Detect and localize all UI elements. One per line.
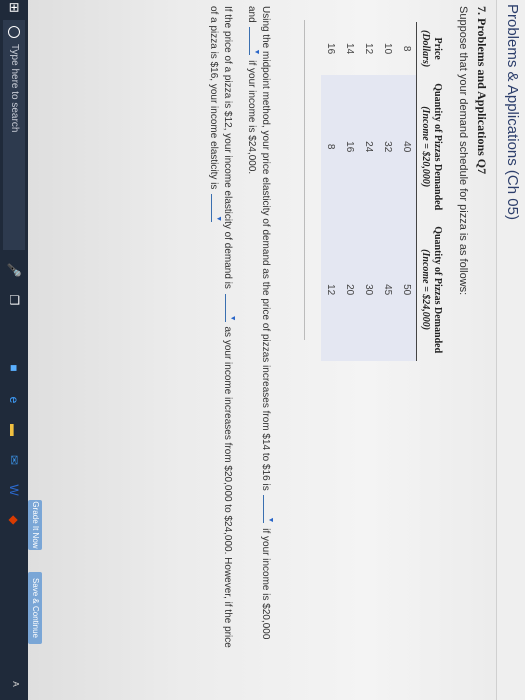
q2-text-3: of a pizza is $16, your income elasticit…	[208, 6, 219, 190]
store-icon[interactable]: ■	[6, 360, 22, 376]
search-placeholder: Type here to search	[9, 44, 20, 133]
qty-20000-cell: 16	[340, 75, 359, 219]
elasticity-20000-dropdown[interactable]	[263, 495, 273, 524]
price-cell: 10	[382, 43, 393, 55]
table-row: 10 32 45	[378, 22, 397, 362]
edge-icon[interactable]: e	[6, 392, 22, 408]
q1-text-3: and	[246, 6, 257, 23]
header-title: Problems & Applications (Ch 05)	[504, 4, 521, 220]
demand-schedule-table: Price (Dollars) Quantity of Pizzas Deman…	[321, 22, 446, 362]
qty-20000-cell: 24	[359, 75, 378, 219]
photo-background: Problems & Applications (Ch 05) 7. Probl…	[0, 0, 525, 700]
elasticity-24000-dropdown[interactable]	[249, 27, 259, 56]
header-qty-20000-main: Quantity of Pizzas Demanded	[432, 83, 443, 211]
question-intro: Suppose that your demand schedule for pi…	[457, 6, 469, 296]
q1-text-4: if your income is $24,000.	[246, 60, 257, 175]
header-price-sub: (Dollars)	[420, 30, 431, 68]
taskbar: ⊞ Type here to search 🎤 ❐ ■ e ▬ ✉ W ◆ ᴬ	[0, 0, 28, 700]
screen: Problems & Applications (Ch 05) 7. Probl…	[0, 0, 525, 700]
task-view-icon[interactable]: ❐	[6, 292, 22, 308]
qty-20000-cell: 40	[397, 75, 417, 219]
header-bar: Problems & Applications (Ch 05)	[496, 0, 525, 700]
table-row: 16 8 12	[321, 22, 340, 362]
taskbar-search[interactable]: Type here to search	[3, 20, 25, 250]
price-cell: 16	[325, 43, 336, 55]
windows-start-icon[interactable]: ⊞	[7, 2, 22, 16]
header-qty-20000-sub: (Income = $20,000)	[420, 106, 431, 188]
app-icon[interactable]: ◆	[6, 512, 22, 528]
qty-24000-cell: 45	[378, 218, 397, 362]
header-qty-24000: Quantity of Pizzas Demanded (Income = $2…	[417, 218, 446, 361]
header-price-main: Price	[432, 37, 443, 60]
grade-it-now-button[interactable]: Grade It Now	[28, 500, 42, 550]
qty-20000-cell: 32	[378, 75, 397, 219]
qty-24000-cell: 50	[397, 218, 417, 362]
table-header-row: Price (Dollars) Quantity of Pizzas Deman…	[416, 22, 446, 362]
question-1-line-1: Using the midpoint method, your price el…	[260, 6, 273, 696]
income-elasticity-16-dropdown[interactable]	[211, 194, 221, 223]
price-cell: 14	[344, 43, 355, 55]
question-2-line-1: If the price of a pizza is $12, your inc…	[222, 6, 235, 648]
folder-icon[interactable]: ▬	[6, 422, 22, 438]
user-icon[interactable]: ᴬ	[6, 676, 22, 692]
table-row: 14 16 20	[340, 22, 359, 362]
table-row: 12 24 30	[359, 22, 378, 362]
qty-24000-cell: 30	[359, 218, 378, 362]
q1-text-1: Using the midpoint method, your price el…	[260, 6, 271, 491]
microphone-icon[interactable]: 🎤	[6, 262, 22, 278]
qty-20000-cell: 8	[321, 75, 340, 219]
mail-icon[interactable]: ✉	[6, 452, 22, 468]
price-cell: 8	[401, 45, 412, 52]
q1-text-2: if your income is $20,000	[260, 528, 271, 640]
header-qty-24000-sub: (Income = $24,000)	[420, 249, 431, 331]
question-1-line-2: and if your income is $24,000.	[246, 6, 259, 174]
word-icon[interactable]: W	[6, 482, 22, 498]
qty-24000-cell: 20	[340, 218, 359, 362]
question-2-line-2: of a pizza is $16, your income elasticit…	[208, 6, 221, 224]
income-elasticity-12-dropdown[interactable]	[225, 293, 235, 322]
q2-text-2: as your income increases from $20,000 to…	[222, 326, 233, 648]
question-title: 7. Problems and Applications Q7	[475, 6, 489, 175]
table-row: 8 40 50	[397, 22, 417, 362]
save-continue-button[interactable]: Save & Continue	[28, 572, 42, 644]
divider	[304, 20, 305, 340]
q2-text-1: If the price of a pizza is $12, your inc…	[222, 6, 233, 289]
price-cell: 12	[363, 43, 374, 55]
header-qty-24000-main: Quantity of Pizzas Demanded	[432, 226, 443, 354]
cortana-icon	[8, 26, 20, 38]
qty-24000-cell: 12	[321, 218, 340, 362]
header-price: Price (Dollars)	[417, 22, 446, 75]
header-qty-20000: Quantity of Pizzas Demanded (Income = $2…	[417, 75, 446, 218]
